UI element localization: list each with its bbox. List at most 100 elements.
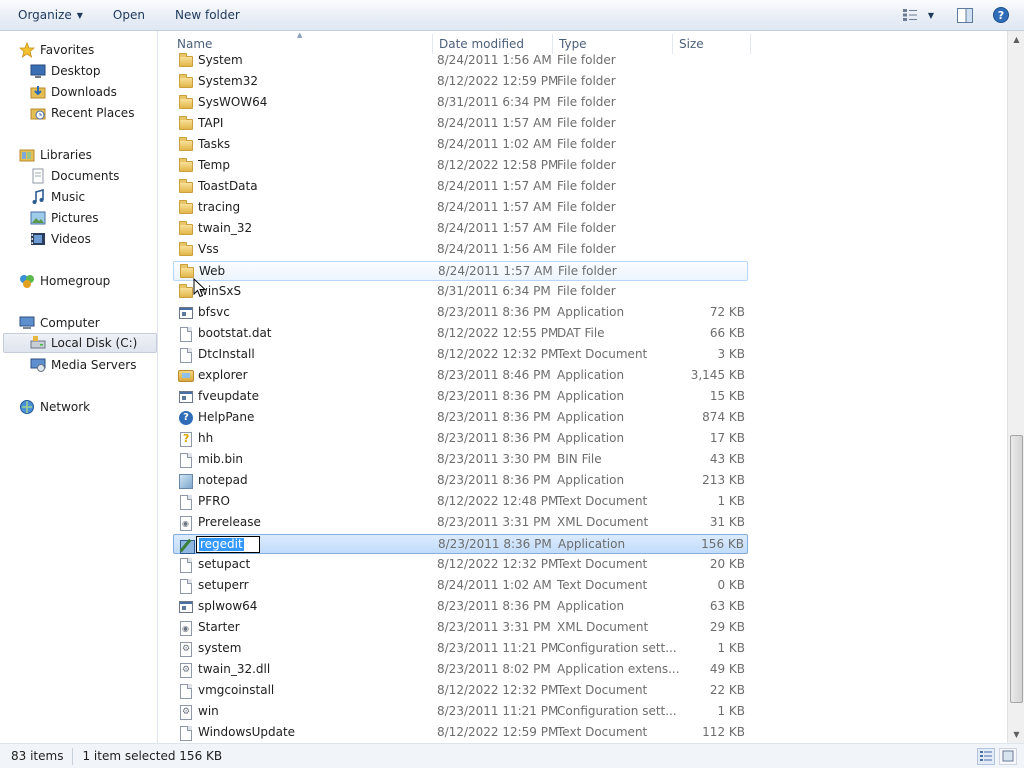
nav-music[interactable]: Music: [30, 187, 85, 207]
nav-label: Local Disk (C:): [51, 336, 138, 350]
file-date-modified: 8/31/2011 6:34 PM: [437, 284, 551, 298]
file-row[interactable]: System32 8/12/2022 12:59 PM File folder: [173, 72, 748, 92]
file-row[interactable]: notepad 8/23/2011 8:36 PM Application 213 K…: [173, 471, 748, 491]
nav-label: Documents: [51, 169, 120, 183]
chevron-down-icon[interactable]: ▼: [924, 4, 938, 26]
file-row[interactable]: vmgcoinstall 8/12/2022 12:32 PM Text Docum…: [173, 681, 748, 701]
file-row[interactable]: ToastData 8/24/2011 1:57 AM File folder: [173, 177, 748, 197]
xml-file-icon: [178, 515, 194, 531]
file-row[interactable]: splwow64 8/23/2011 8:36 PM Application 63 K…: [173, 597, 748, 617]
nav-label: Desktop: [51, 64, 101, 78]
file-name: PFRO: [198, 494, 230, 508]
file-type: File folder: [557, 158, 616, 172]
file-size: 29 KB: [709, 620, 745, 634]
file-row[interactable]: TAPI 8/24/2011 1:57 AM File folder: [173, 114, 748, 134]
file-row[interactable]: tracing 8/24/2011 1:57 AM File folder: [173, 198, 748, 218]
file-type: Application: [557, 431, 625, 445]
file-row[interactable]: regedit 8/23/2011 8:36 PM Application 156 K…: [173, 534, 748, 554]
file-type: File folder: [557, 221, 616, 235]
file-row[interactable]: SysWOW64 8/31/2011 6:34 PM File folder: [173, 93, 748, 113]
file-date-modified: 8/23/2011 11:21 PM: [437, 641, 559, 655]
file-row[interactable]: setuperr 8/24/2011 1:02 AM Text Document 0 …: [173, 576, 748, 596]
file-row[interactable]: DtcInstall 8/12/2022 12:32 PM Text Documen…: [173, 345, 748, 365]
file-icon: [178, 452, 194, 468]
file-row[interactable]: System 8/24/2011 1:56 AM File folder: [173, 51, 748, 71]
nav-downloads[interactable]: Downloads: [30, 82, 117, 102]
file-row[interactable]: PFRO 8/12/2022 12:48 PM Text Document 1 KB: [173, 492, 748, 512]
config-file-icon: [178, 641, 194, 657]
file-type: XML Document: [557, 620, 649, 634]
file-type: Application: [557, 599, 625, 613]
file-type: BIN File: [557, 452, 602, 466]
file-row[interactable]: bootstat.dat 8/12/2022 12:55 PM DAT File 66…: [173, 324, 748, 344]
file-row[interactable]: setupact 8/12/2022 12:32 PM Text Document 2…: [173, 555, 748, 575]
file-row[interactable]: Web 8/24/2011 1:57 AM File folder: [173, 261, 748, 281]
file-row[interactable]: explorer 8/23/2011 8:46 PM Application 3,14…: [173, 366, 748, 386]
file-type: File folder: [557, 179, 616, 193]
file-name: mib.bin: [198, 452, 244, 466]
file-row[interactable]: system 8/23/2011 11:21 PMConfiguration se…: [173, 639, 748, 659]
text-file-icon: [178, 683, 194, 699]
file-size: 15 KB: [709, 389, 745, 403]
nav-pictures[interactable]: Pictures: [30, 208, 99, 228]
new-folder-button[interactable]: New folder: [166, 4, 249, 27]
file-row[interactable]: winSxS 8/31/2011 6:34 PM File folder: [173, 282, 748, 302]
scroll-down-icon[interactable]: ▼: [1009, 726, 1024, 743]
nav-computer[interactable]: Computer: [19, 313, 100, 333]
file-row[interactable]: Tasks 8/24/2011 1:02 AM File folder: [173, 135, 748, 155]
file-row[interactable]: twain_32.dll 8/23/2011 8:02 PM Application…: [173, 660, 748, 680]
file-date-modified: 8/31/2011 6:34 PM: [437, 95, 551, 109]
preview-pane-icon[interactable]: [955, 4, 975, 26]
selection-info: 1 item selected 156 KB: [82, 749, 223, 763]
file-name: Starter: [198, 620, 240, 634]
file-name: Prerelease: [198, 515, 261, 529]
file-row[interactable]: fveupdate 8/23/2011 8:36 PM Application 15 …: [173, 387, 748, 407]
music-icon: [30, 188, 46, 205]
file-date-modified: 8/24/2011 1:56 AM: [437, 53, 552, 67]
organize-button[interactable]: Organize ▼: [9, 4, 92, 27]
file-size: 1 KB: [717, 704, 745, 718]
file-date-modified: 8/23/2011 11:21 PM: [437, 704, 559, 718]
file-name: tracing: [198, 200, 241, 214]
file-row[interactable]: mib.bin 8/23/2011 3:30 PM BIN File 43 KB: [173, 450, 748, 470]
file-row[interactable]: Prerelease 8/23/2011 3:31 PM XML Document 3…: [173, 513, 748, 533]
views-icon[interactable]: [900, 4, 920, 26]
nav-local-disk[interactable]: Local Disk (C:): [3, 333, 157, 353]
file-row[interactable]: twain_32 8/24/2011 1:57 AM File folder: [173, 219, 748, 239]
file-row[interactable]: Starter 8/23/2011 3:31 PM XML Document 29 K…: [173, 618, 748, 638]
file-row[interactable]: Vss 8/24/2011 1:56 AM File folder: [173, 240, 748, 260]
status-bar: 83 items 1 item selected 156 KB: [0, 743, 1024, 768]
file-type: Application: [558, 537, 626, 551]
nav-media-servers[interactable]: Media Servers: [30, 355, 136, 375]
file-row[interactable]: WindowsUpdate 8/12/2022 12:59 PM Text Docu…: [173, 723, 748, 743]
scroll-up-icon[interactable]: ▲: [1009, 31, 1024, 48]
organize-label: Organize: [18, 8, 72, 22]
nav-documents[interactable]: Documents: [30, 166, 119, 186]
desktop-icon: [30, 63, 46, 79]
file-row[interactable]: Temp 8/12/2022 12:58 PM File folder: [173, 156, 748, 176]
vertical-scrollbar[interactable]: ▲ ▼: [1007, 31, 1024, 743]
help-icon[interactable]: ?: [991, 4, 1011, 26]
file-row[interactable]: hh 8/23/2011 8:36 PM Application 17 KB: [173, 429, 748, 449]
file-row[interactable]: ? HelpPane 8/23/2011 8:36 PM Application 874…: [173, 408, 748, 428]
file-type: File folder: [557, 137, 616, 151]
details-view-icon[interactable]: [977, 748, 995, 765]
nav-recent-places[interactable]: Recent Places: [30, 103, 134, 123]
file-row[interactable]: win 8/23/2011 11:21 PMConfiguration sett.…: [173, 702, 748, 722]
nav-videos[interactable]: Videos: [30, 229, 91, 249]
nav-network[interactable]: Network: [19, 397, 90, 417]
nav-favorites[interactable]: Favorites: [18, 40, 94, 60]
open-button[interactable]: Open: [104, 4, 154, 27]
nav-desktop[interactable]: Desktop: [30, 61, 101, 81]
file-size: 22 KB: [709, 683, 745, 697]
large-icons-view-icon[interactable]: [999, 748, 1017, 765]
file-row[interactable]: bfsvc 8/23/2011 8:36 PM Application 72 KB: [173, 303, 748, 323]
file-date-modified: 8/24/2011 1:57 AM: [437, 200, 552, 214]
nav-libraries[interactable]: Libraries: [19, 145, 92, 165]
nav-homegroup[interactable]: Homegroup: [19, 271, 110, 291]
file-type: Application: [557, 305, 625, 319]
rename-input[interactable]: regedit: [196, 536, 260, 553]
column-header-bar: Name ▲ Date modified Type Size: [160, 31, 1006, 54]
folder-icon: [178, 95, 194, 111]
scrollbar-thumb[interactable]: [1010, 435, 1023, 703]
